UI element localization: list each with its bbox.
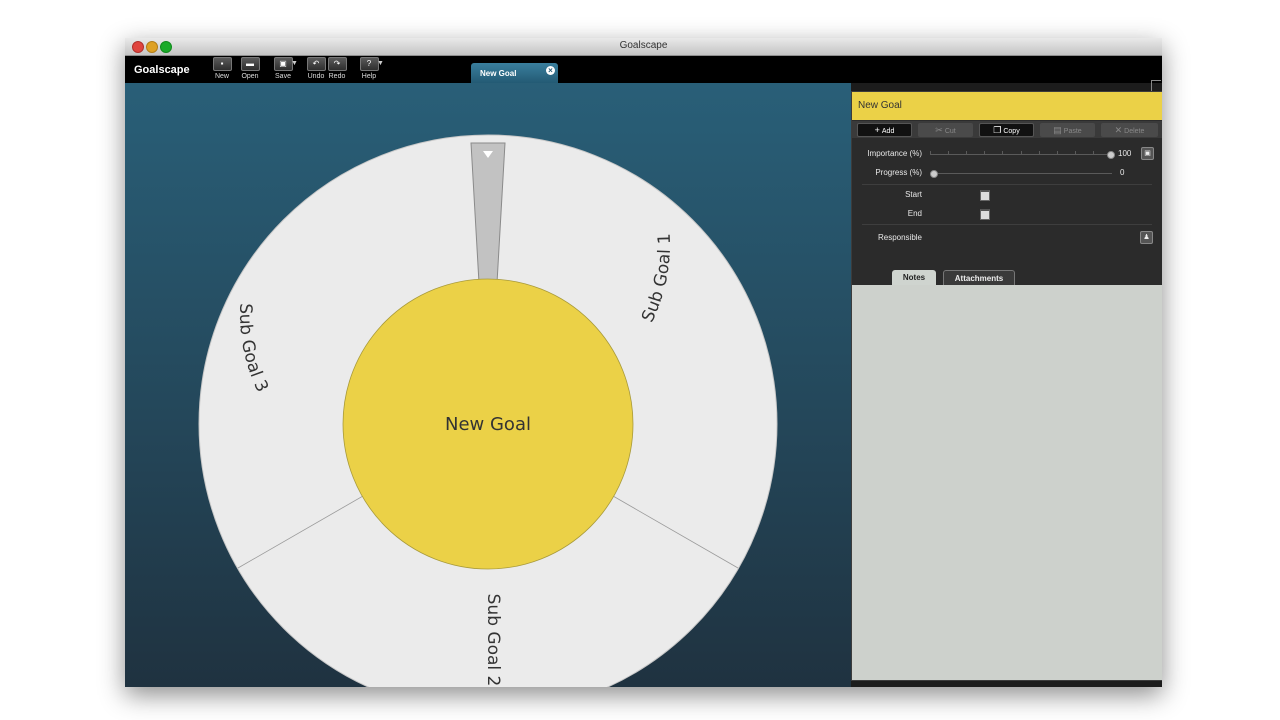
scissors-icon: ✂ [935,125,943,135]
tab-notes[interactable]: Notes [892,270,936,285]
start-calendar-icon[interactable] [980,190,990,201]
panel-title: New Goal [858,100,902,111]
end-calendar-icon[interactable] [980,209,990,220]
progress-slider-knob[interactable] [930,170,938,178]
goal-properties-panel: New Goal + Add ✂ Cut ❐ Copy ▤ Paste ✕ Delete … [851,91,1162,681]
person-icon: ♟ [1143,234,1150,241]
lock-icon: ▣ [1144,150,1151,157]
new-document-icon: ▪ [212,57,232,71]
help-options-chevron-down-icon[interactable]: ▼ [377,60,384,67]
progress-label: Progress (%) [875,168,922,177]
goalscape-chart: New Goal Sub Goal 1 Sub Goal 2 Sub Goal … [198,134,778,687]
save-button-label: Save [275,73,291,80]
help-button-label: Help [361,73,377,80]
copy-icon: ❐ [993,125,1002,135]
close-tab-icon[interactable]: × [546,66,555,75]
center-goal-label: New Goal [445,414,531,435]
progress-slider[interactable] [930,170,1112,178]
toolbar: Goalscape ▪ New ▬ Open ▣ Save ▼ ↶ Undo ↷… [125,56,1162,102]
add-button-label: Add [881,128,895,135]
divider [862,224,1152,225]
paste-button[interactable]: ▤ Paste [1040,123,1095,137]
cut-button-label: Cut [944,128,956,135]
save-options-chevron-down-icon[interactable]: ▼ [291,60,298,67]
divider [862,184,1152,185]
new-button-label: New [214,73,229,80]
importance-value: 100 [1118,149,1132,158]
app-brand: Goalscape [134,64,190,76]
delete-button-label: Delete [1124,128,1145,135]
importance-slider[interactable] [930,151,1115,159]
save-icon: ▣ [273,57,293,71]
progress-value: 0 [1120,168,1125,177]
assign-responsible-button[interactable]: ♟ [1140,231,1153,244]
plus-icon: + [874,125,880,135]
goalscape-canvas: New Goal Sub Goal 1 Sub Goal 2 Sub Goal … [125,83,851,687]
open-button-label: Open [241,73,259,80]
redo-button[interactable]: ↷ Redo [325,57,349,80]
sub-goal-2-label[interactable]: Sub Goal 2 [483,594,503,687]
end-label: End [907,209,922,218]
cut-button[interactable]: ✂ Cut [918,123,973,137]
open-button[interactable]: ▬ Open [238,57,262,80]
copy-button-label: Copy [1003,128,1020,135]
app-window: Goalscape Goalscape ▪ New ▬ Open ▣ Save … [125,38,1162,687]
copy-button[interactable]: ❐ Copy [979,123,1034,137]
importance-slider-knob[interactable] [1107,151,1115,159]
help-icon: ? [359,57,379,71]
add-button[interactable]: + Add [857,123,912,137]
paste-button-label: Paste [1063,128,1082,135]
responsible-label: Responsible [877,233,922,242]
importance-label: Importance (%) [867,149,922,158]
lock-importance-button[interactable]: ▣ [1141,147,1154,160]
undo-icon: ↶ [306,57,326,71]
delete-x-icon: ✕ [1114,125,1123,135]
panel-header: New Goal [852,92,1162,120]
redo-button-label: Redo [328,73,346,80]
open-folder-icon: ▬ [240,57,260,71]
tab-attachments[interactable]: Attachments [943,270,1015,286]
document-tab[interactable]: New Goal × [471,63,558,83]
new-button[interactable]: ▪ New [210,57,234,80]
document-tab-label: New Goal [480,69,517,78]
paste-icon: ▤ [1053,125,1062,135]
delete-button[interactable]: ✕ Delete [1101,123,1158,137]
window-title: Goalscape [619,40,668,51]
notes-textarea[interactable] [852,285,1162,680]
start-label: Start [905,190,922,199]
action-bar: + Add ✂ Cut ❐ Copy ▤ Paste ✕ Delete [852,121,1162,138]
redo-icon: ↷ [327,57,347,71]
title-bar: Goalscape [125,38,1162,56]
